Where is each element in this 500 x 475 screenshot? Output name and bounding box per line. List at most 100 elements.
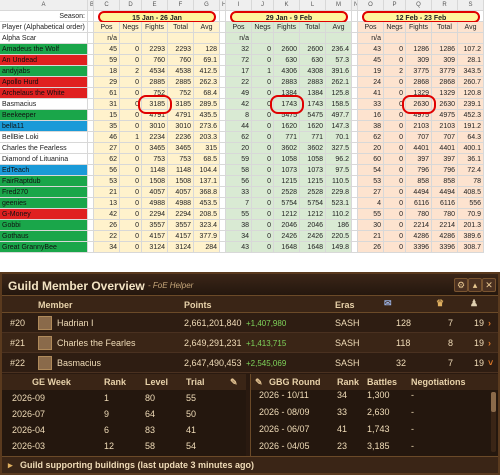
stat-cell[interactable]: 53 (94, 176, 120, 187)
eras-column-header[interactable]: Eras (335, 300, 355, 310)
stat-cell[interactable]: 0 (120, 198, 142, 209)
stat-cell[interactable] (326, 33, 352, 44)
stat-cell[interactable]: 2868 (406, 77, 432, 88)
stat-cell[interactable]: 62 (358, 132, 384, 143)
stat-cell[interactable]: 38 (358, 121, 384, 132)
player-name[interactable]: Archelaus the White (0, 88, 88, 99)
stat-cell[interactable]: 2234 (142, 132, 168, 143)
stat-cell[interactable]: 453.5 (194, 198, 220, 209)
stat-cell[interactable]: n/a (94, 33, 120, 44)
stat-cell[interactable]: 4157 (168, 231, 194, 242)
stat-cell[interactable]: 4057 (168, 187, 194, 198)
mail-icon[interactable]: ✉ (384, 298, 392, 309)
stat-cell[interactable]: 186 (326, 220, 352, 231)
stat-cell[interactable]: 497.7 (326, 110, 352, 121)
stat-cell[interactable]: 27 (94, 143, 120, 154)
stat-cell[interactable]: 2885 (168, 77, 194, 88)
stat-column-header[interactable]: Total (168, 22, 194, 33)
stat-cell[interactable]: 2046 (300, 220, 326, 231)
stat-cell[interactable]: 0 (252, 198, 274, 209)
stat-cell[interactable]: 260.7 (458, 77, 484, 88)
stat-cell[interactable]: 1620 (300, 121, 326, 132)
stat-cell[interactable]: 191.2 (458, 121, 484, 132)
stat-cell[interactable]: 1508 (142, 176, 168, 187)
stat-cell[interactable]: 3602 (300, 143, 326, 154)
stat-cell[interactable]: 0 (384, 132, 406, 143)
stat-cell[interactable]: 31 (94, 99, 120, 110)
stat-cell[interactable]: 21 (94, 187, 120, 198)
stat-cell[interactable]: 4286 (432, 231, 458, 242)
stat-cell[interactable] (252, 33, 274, 44)
stat-cell[interactable] (168, 33, 194, 44)
stat-cell[interactable]: 236.4 (326, 44, 352, 55)
stat-column-header[interactable]: Avg (326, 22, 352, 33)
stat-cell[interactable]: 315 (194, 143, 220, 154)
stat-cell[interactable]: 796 (432, 165, 458, 176)
stat-cell[interactable]: 0 (384, 231, 406, 242)
stat-cell[interactable]: 3775 (406, 66, 432, 77)
stat-cell[interactable]: 0 (252, 121, 274, 132)
stat-cell[interactable]: 0 (120, 165, 142, 176)
chevron-right-icon[interactable]: › (488, 338, 491, 348)
stat-cell[interactable]: 1148 (142, 165, 168, 176)
stat-cell[interactable]: 17 (226, 66, 252, 77)
stat-cell[interactable]: 4 (358, 198, 384, 209)
stat-cell[interactable]: 4057 (142, 187, 168, 198)
stat-cell[interactable]: 389.6 (458, 231, 484, 242)
stat-cell[interactable]: 858 (406, 176, 432, 187)
stat-cell[interactable]: 1286 (406, 44, 432, 55)
player-name[interactable]: geenies (0, 198, 88, 209)
column-letter[interactable]: R (432, 0, 458, 11)
stat-cell[interactable]: 56 (94, 165, 120, 176)
stat-column-header[interactable]: Pos (358, 22, 384, 33)
stat-cell[interactable]: 3124 (142, 242, 168, 253)
column-letter[interactable]: C (94, 0, 120, 11)
stat-cell[interactable]: 42 (94, 209, 120, 220)
stat-cell[interactable]: 0 (384, 209, 406, 220)
stat-cell[interactable]: 0 (252, 209, 274, 220)
stat-column-header[interactable]: Negs (252, 22, 274, 33)
stat-cell[interactable]: 42 (226, 99, 252, 110)
stat-cell[interactable]: 34 (94, 242, 120, 253)
season-label[interactable]: Season: (0, 11, 88, 22)
stat-cell[interactable]: 408.5 (458, 187, 484, 198)
stat-cell[interactable]: 3557 (168, 220, 194, 231)
stat-cell[interactable]: 45 (358, 55, 384, 66)
stat-cell[interactable]: 70.9 (458, 209, 484, 220)
stat-cell[interactable]: 1 (120, 132, 142, 143)
stat-cell[interactable]: 0 (384, 198, 406, 209)
stat-cell[interactable]: 3010 (168, 121, 194, 132)
stat-cell[interactable]: 158.5 (326, 99, 352, 110)
gbg-negotiations-header[interactable]: Negotiations (411, 377, 466, 387)
stat-cell[interactable]: 2600 (274, 44, 300, 55)
stat-cell[interactable]: 26 (358, 242, 384, 253)
stat-cell[interactable]: 309 (406, 55, 432, 66)
chess-piece-icon[interactable]: ♟ (470, 298, 478, 309)
stat-cell[interactable]: 26 (94, 220, 120, 231)
stat-cell[interactable]: 1508 (168, 176, 194, 187)
stat-cell[interactable]: 858 (432, 176, 458, 187)
stat-cell[interactable]: 220.5 (326, 231, 352, 242)
stat-cell[interactable]: 4538 (168, 66, 194, 77)
stat-cell[interactable]: 262.1 (326, 77, 352, 88)
stat-cell[interactable]: 0 (384, 55, 406, 66)
stat-cell[interactable]: 0 (120, 143, 142, 154)
stat-cell[interactable]: 0 (384, 242, 406, 253)
stat-cell[interactable]: 33 (358, 99, 384, 110)
stat-cell[interactable] (142, 33, 168, 44)
stat-cell[interactable]: 707 (432, 132, 458, 143)
gbg-scrollbar[interactable] (491, 392, 496, 452)
player-name[interactable]: G-Money (0, 209, 88, 220)
stat-cell[interactable]: 2294 (142, 209, 168, 220)
stat-cell[interactable]: 3779 (432, 66, 458, 77)
stat-cell[interactable]: 45 (94, 44, 120, 55)
column-letter[interactable]: G (194, 0, 220, 11)
stat-cell[interactable]: 0 (120, 231, 142, 242)
stat-cell[interactable]: 2600 (300, 44, 326, 55)
stat-cell[interactable]: 147.3 (326, 121, 352, 132)
stat-cell[interactable]: 262.3 (194, 77, 220, 88)
stat-cell[interactable]: 2294 (168, 209, 194, 220)
ge-week-header[interactable]: GE Week (32, 377, 71, 387)
stat-cell[interactable]: 110.2 (326, 209, 352, 220)
stat-cell[interactable]: 6116 (406, 198, 432, 209)
